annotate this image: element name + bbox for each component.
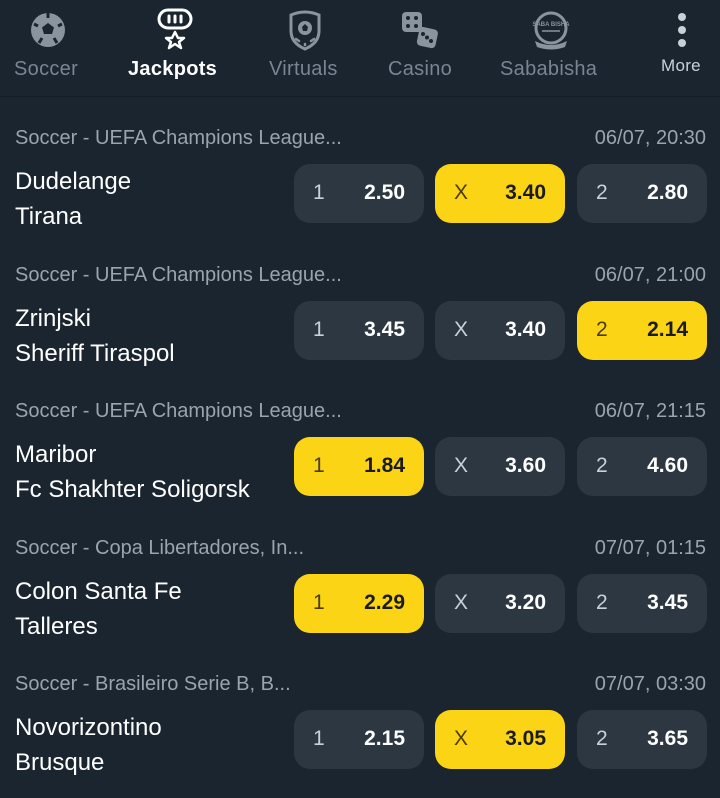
- odd-value: 2.29: [364, 590, 405, 614]
- match-datetime: 06/07, 21:15: [594, 400, 706, 422]
- odd-value: 3.05: [505, 727, 546, 750]
- nav-item-casino[interactable]: Casino: [380, 0, 464, 96]
- odd-value: 2.14: [647, 317, 688, 341]
- nav-item-sababisha[interactable]: SABA BISHA Sababisha: [495, 0, 607, 96]
- odd-label: 1: [313, 727, 325, 750]
- odd-button-draw[interactable]: X 3.40: [435, 164, 565, 223]
- odd-label: X: [454, 181, 469, 204]
- odd-label: X: [454, 727, 469, 750]
- odd-button-home[interactable]: 1 2.50: [294, 164, 424, 223]
- odd-label: 2: [596, 727, 608, 750]
- odd-label: 1: [313, 181, 325, 204]
- away-team[interactable]: Fc Shakhter Soligorsk: [15, 476, 250, 504]
- odd-button-home[interactable]: 1 3.45: [294, 300, 424, 360]
- odd-button-away[interactable]: 2 3.45: [577, 573, 707, 633]
- league-name: Soccer - UEFA Champions League...: [15, 263, 342, 286]
- home-team[interactable]: Maribor: [15, 441, 96, 469]
- odd-label: 2: [596, 317, 608, 341]
- league-name: Soccer - Brasileiro Serie B, B...: [15, 673, 291, 695]
- league-name: Soccer - UEFA Champions League...: [15, 127, 342, 149]
- nav-label-jackpots: Jackpots: [128, 58, 218, 80]
- more-vertical-icon: [660, 8, 704, 52]
- match-datetime: 06/07, 20:30: [594, 127, 706, 149]
- nav-label-more: More: [661, 56, 701, 75]
- odd-label: 1: [313, 590, 325, 614]
- odd-value: 3.45: [647, 590, 688, 614]
- league-name: Soccer - Copa Libertadores, In...: [15, 536, 305, 559]
- odd-label: 2: [596, 590, 608, 614]
- odd-value: 2.80: [647, 181, 688, 204]
- match-row: Soccer - UEFA Champions League... 06/07,…: [0, 370, 720, 507]
- away-team[interactable]: Brusque: [15, 749, 104, 777]
- odd-label: 1: [313, 317, 325, 341]
- odd-button-draw[interactable]: X 3.20: [435, 573, 565, 633]
- match-datetime: 07/07, 01:15: [594, 536, 706, 559]
- odd-value: 2.50: [364, 181, 405, 204]
- match-row: Soccer - UEFA Champions League... 06/07,…: [0, 97, 720, 234]
- odd-label: X: [454, 317, 469, 341]
- nav-item-more[interactable]: More: [652, 0, 712, 96]
- odd-button-away[interactable]: 2 2.14: [577, 300, 707, 360]
- odd-label: 2: [596, 454, 608, 477]
- home-team[interactable]: Dudelange: [15, 168, 131, 196]
- odd-label: 1: [313, 454, 325, 477]
- away-team[interactable]: Tirana: [15, 203, 82, 231]
- odd-button-away[interactable]: 2 3.65: [577, 710, 707, 769]
- odd-value: 3.20: [505, 590, 546, 614]
- odd-button-away[interactable]: 2 4.60: [577, 437, 707, 496]
- odd-value: 3.40: [505, 181, 546, 204]
- odd-value: 3.40: [505, 317, 546, 341]
- odd-button-home[interactable]: 1 2.29: [294, 573, 424, 633]
- odd-button-away[interactable]: 2 2.80: [577, 164, 707, 223]
- nav-item-virtuals[interactable]: Virtuals: [262, 0, 352, 96]
- odd-value: 4.60: [647, 454, 688, 477]
- dice-icon: [398, 8, 442, 52]
- top-navigation: Soccer Jackpots Virtuals Casino SABA BIS…: [0, 0, 720, 97]
- odd-value: 2.15: [364, 727, 405, 750]
- away-team[interactable]: Talleres: [15, 613, 98, 641]
- soccer-ball-icon: [26, 8, 70, 52]
- league-name: Soccer - UEFA Champions League...: [15, 400, 342, 422]
- match-row: Soccer - Copa Libertadores, In... 07/07,…: [0, 507, 720, 644]
- home-team[interactable]: Zrinjski: [15, 305, 91, 333]
- home-team[interactable]: Colon Santa Fe: [15, 578, 182, 606]
- odd-button-draw[interactable]: X 3.40: [435, 300, 565, 360]
- nav-label-virtuals: Virtuals: [269, 58, 338, 80]
- match-datetime: 07/07, 03:30: [594, 673, 706, 695]
- odd-label: X: [454, 590, 469, 614]
- odd-label: X: [454, 454, 469, 477]
- match-datetime: 06/07, 21:00: [594, 263, 706, 286]
- jackpot-trophy-icon: [153, 8, 197, 52]
- odd-button-draw[interactable]: X 3.05: [435, 710, 565, 769]
- nav-label-soccer: Soccer: [14, 58, 79, 80]
- odd-value: 3.60: [505, 454, 546, 477]
- virtuals-shield-icon: [283, 8, 327, 52]
- odd-button-home[interactable]: 1 2.15: [294, 710, 424, 769]
- away-team[interactable]: Sheriff Tiraspol: [15, 340, 175, 368]
- sababisha-badge-icon: SABA BISHA: [529, 8, 573, 52]
- nav-item-jackpots[interactable]: Jackpots: [120, 0, 230, 96]
- odd-value: 3.45: [364, 317, 405, 341]
- home-team[interactable]: Novorizontino: [15, 714, 162, 742]
- nav-label-sababisha: Sababisha: [500, 58, 598, 80]
- sababisha-badge-text: SABA BISHA: [532, 22, 570, 28]
- odd-button-draw[interactable]: X 3.60: [435, 437, 565, 496]
- odd-label: 2: [596, 181, 608, 204]
- nav-label-casino: Casino: [388, 58, 453, 80]
- match-list: Soccer - UEFA Champions League... 06/07,…: [0, 97, 720, 780]
- odd-value: 1.84: [364, 454, 405, 477]
- match-row: Soccer - Brasileiro Serie B, B... 07/07,…: [0, 643, 720, 780]
- nav-item-soccer[interactable]: Soccer: [0, 0, 96, 96]
- match-row: Soccer - UEFA Champions League... 06/07,…: [0, 234, 720, 371]
- odd-button-home[interactable]: 1 1.84: [294, 437, 424, 496]
- odd-value: 3.65: [647, 727, 688, 750]
